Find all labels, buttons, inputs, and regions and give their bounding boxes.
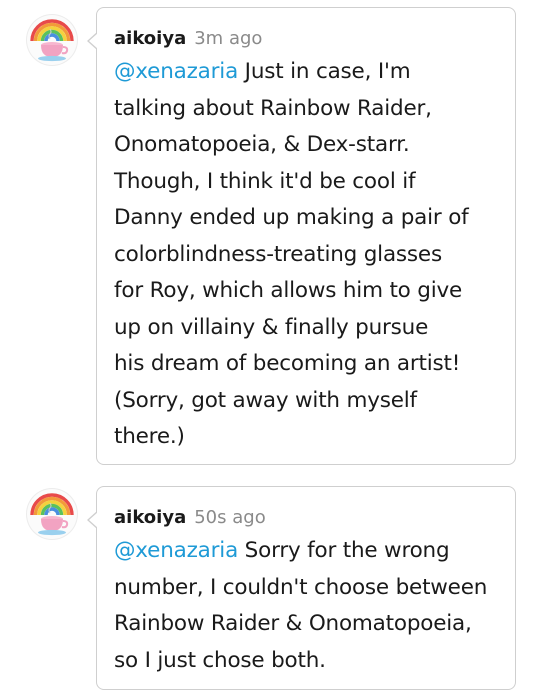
- reply-bubble: aikoiya 50s ago @xenazaria Sorry for the …: [87, 486, 516, 690]
- text-line: Rainbow Raider & Onomatopoeia,: [114, 611, 472, 636]
- timestamp: 50s ago: [194, 507, 266, 528]
- text-line: (Sorry, got away with myself: [114, 387, 417, 413]
- text-line: his dream of becoming an artist!: [114, 351, 461, 376]
- text-line: colorblindness-treating glasses: [114, 241, 442, 267]
- text-line: @xenazaria Sorry for the wrong: [114, 533, 503, 570]
- text-line: number, I couldn't choose between: [114, 574, 488, 600]
- text-line: up on villainy & finally pursue: [114, 314, 429, 340]
- text-segment: Sorry for the wrong: [238, 538, 450, 563]
- reply-text: @xenazaria Sorry for the wrong number, I…: [114, 533, 503, 679]
- mention-link[interactable]: @xenazaria: [114, 59, 238, 84]
- timestamp: 3m ago: [194, 28, 263, 49]
- text-line: Though, I think it'd be cool if: [114, 168, 416, 194]
- text-line: for Roy, which allows him to give: [114, 278, 463, 303]
- user-avatar[interactable]: [26, 488, 78, 540]
- text-line: Onomatopoeia, & Dex-starr.: [114, 132, 410, 157]
- reply-meta: aikoiya 3m ago: [114, 24, 503, 54]
- rainbow-teacup-icon: [30, 493, 74, 536]
- reply-bubble: aikoiya 3m ago @xenazaria Just in case, I…: [87, 7, 516, 465]
- mention-link[interactable]: @xenazaria: [114, 538, 238, 563]
- text-segment: Just in case, I'm: [238, 59, 411, 84]
- text-line: @xenazaria Just in case, I'm: [114, 54, 503, 91]
- reply-text: @xenazaria Just in case, I'm talking abo…: [114, 54, 503, 456]
- user-avatar[interactable]: [26, 14, 78, 66]
- text-line: there.): [114, 424, 185, 449]
- text-line: so I just chose both.: [114, 647, 326, 673]
- username-link[interactable]: aikoiya: [114, 28, 186, 49]
- username-link[interactable]: aikoiya: [114, 507, 186, 528]
- reply-meta: aikoiya 50s ago: [114, 503, 503, 533]
- text-line: talking about Rainbow Raider,: [114, 95, 432, 121]
- text-line: Danny ended up making a pair of: [114, 205, 469, 230]
- rainbow-teacup-icon: [30, 19, 74, 62]
